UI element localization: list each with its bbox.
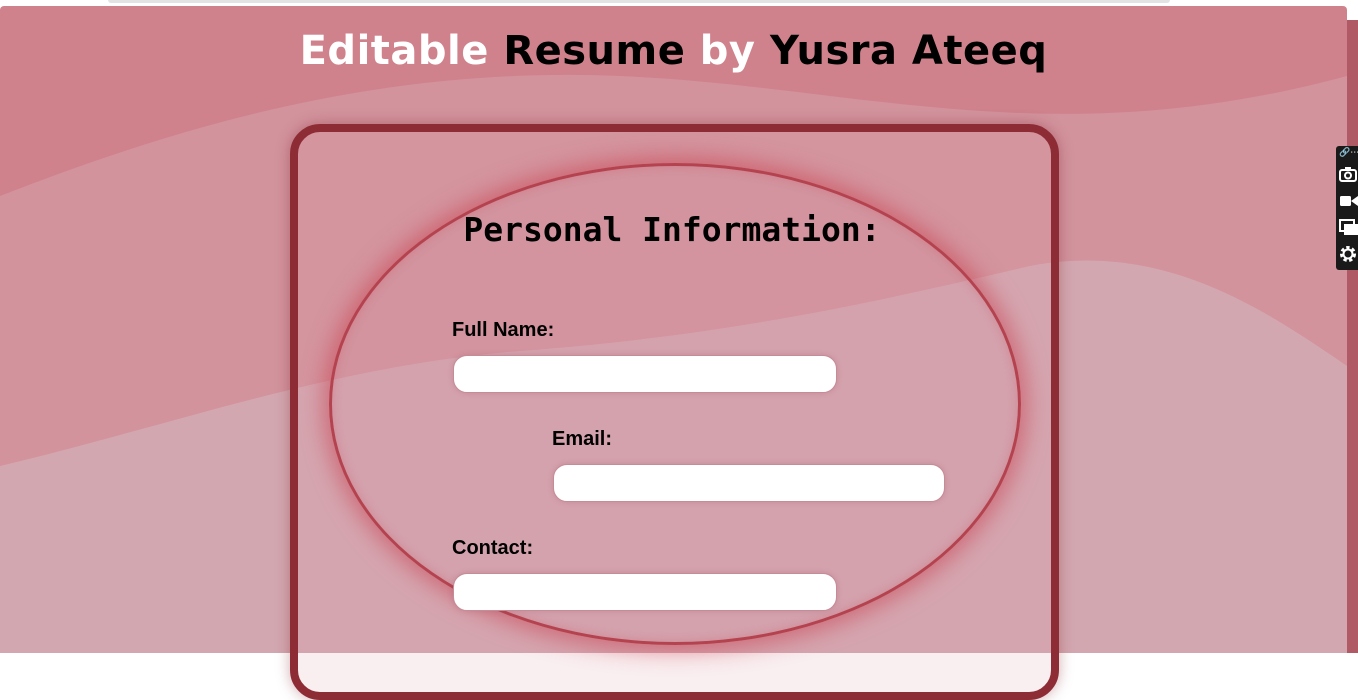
title-word-editable: Editable [299,28,489,74]
scroll-indicator [108,0,1170,3]
contact-input[interactable] [453,573,837,611]
page-right-edge [1347,6,1358,653]
page-title: Editable Resume by Yusra Ateeq [0,28,1347,74]
email-input[interactable] [553,464,945,502]
windows-icon[interactable] [1338,217,1358,237]
title-word-by: by [699,28,756,74]
email-label: Email: [552,428,613,450]
link-icon[interactable]: 🔗⋯ [1339,149,1358,158]
extension-toolbar: 🔗⋯ [1336,146,1358,270]
full-name-label: Full Name: [452,319,555,341]
video-icon[interactable] [1338,191,1358,211]
title-author-name: Yusra Ateeq [769,28,1048,74]
full-name-input[interactable] [453,355,837,393]
title-word-resume: Resume [503,28,686,74]
gear-icon[interactable] [1338,244,1358,264]
camera-icon[interactable] [1338,164,1358,184]
contact-label: Contact: [452,537,534,559]
personal-info-heading: Personal Information: [463,210,881,249]
